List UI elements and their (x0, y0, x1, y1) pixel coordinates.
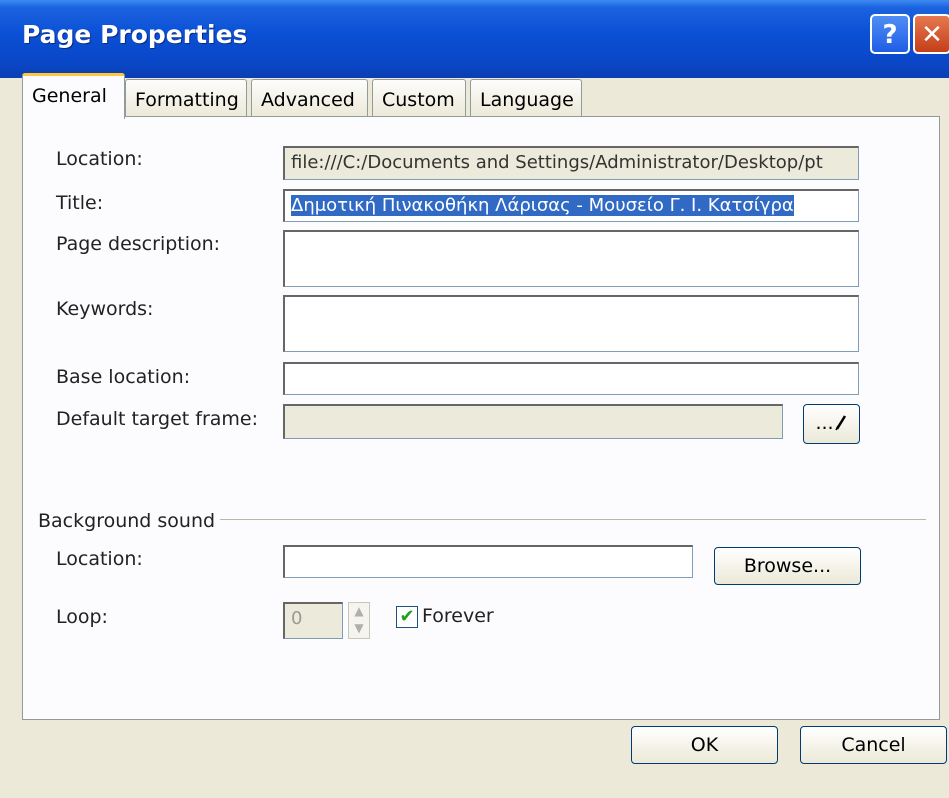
close-icon: ✕ (921, 20, 943, 50)
help-button[interactable]: ? (870, 14, 910, 54)
loop-spinner[interactable]: ▲ ▼ (348, 602, 370, 639)
checkmark-icon: ✔ (399, 606, 415, 627)
help-icon: ? (882, 20, 898, 50)
title-field[interactable]: Δημοτική Πινακοθήκη Λάρισας - Μουσείο Γ.… (283, 189, 859, 222)
target-frame-browse-button[interactable]: ... (803, 404, 860, 444)
cancel-button[interactable]: Cancel (800, 726, 947, 764)
title-bar[interactable]: Page Properties ? ✕ (0, 0, 949, 78)
keywords-field[interactable] (283, 295, 859, 352)
pencil-icon (834, 415, 846, 431)
default-target-frame-field[interactable] (283, 404, 783, 439)
group-divider (220, 519, 926, 520)
location-field[interactable]: file:///C:/Documents and Settings/Admini… (283, 146, 859, 180)
target-frame-button-label: ... (815, 412, 834, 434)
loop-field[interactable]: 0 (283, 602, 343, 639)
sound-location-label: Location: (56, 548, 143, 570)
base-location-field[interactable] (283, 362, 859, 395)
base-location-label: Base location: (56, 366, 191, 388)
tab-language[interactable]: Language (470, 79, 582, 117)
forever-checkbox[interactable]: ✔ (396, 606, 418, 628)
tab-formatting[interactable]: Formatting (125, 79, 247, 117)
tab-advanced[interactable]: Advanced (251, 79, 368, 117)
spin-down-icon[interactable]: ▼ (349, 620, 369, 637)
sound-location-field[interactable] (283, 545, 693, 578)
title-text-selection: Δημοτική Πινακοθήκη Λάρισας - Μουσείο Γ.… (291, 195, 794, 216)
close-button[interactable]: ✕ (913, 14, 949, 54)
default-target-frame-label: Default target frame: (56, 408, 259, 430)
page-description-label: Page description: (56, 233, 221, 255)
spin-up-icon[interactable]: ▲ (349, 603, 369, 620)
loop-label: Loop: (56, 606, 108, 628)
forever-label[interactable]: Forever (422, 605, 494, 627)
title-label: Title: (56, 192, 104, 214)
window-title: Page Properties (22, 20, 248, 49)
location-label: Location: (56, 148, 143, 170)
tab-general[interactable]: General (22, 73, 125, 119)
page-description-field[interactable] (283, 230, 859, 287)
ok-button[interactable]: OK (631, 726, 778, 764)
tab-custom[interactable]: Custom (372, 79, 466, 117)
background-sound-group-label: Background sound (38, 510, 216, 532)
keywords-label: Keywords: (56, 298, 154, 320)
browse-button[interactable]: Browse... (714, 547, 861, 585)
